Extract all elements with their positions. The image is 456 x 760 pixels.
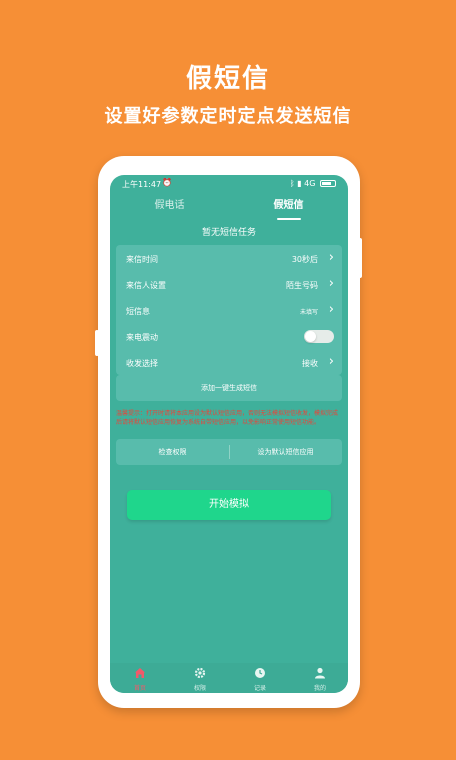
chevron-right-icon: ›	[328, 302, 334, 317]
row-label: 来信人设置	[126, 281, 166, 290]
row-value: 30秒后	[291, 255, 318, 264]
alarm-icon: ⏰	[162, 178, 172, 187]
row-value: 未填写	[299, 309, 318, 316]
row-label: 收发选择	[126, 359, 158, 368]
set-default-app-button[interactable]: 设为默认短信应用	[229, 439, 342, 465]
nav-label: 首页	[133, 685, 146, 692]
network-type: 4G	[304, 179, 316, 188]
nav-records[interactable]: 记录	[230, 663, 290, 693]
tab-fake-call[interactable]: 假电话	[110, 193, 229, 221]
bluetooth-icon: ᛒ	[289, 179, 295, 188]
signal-icon: ▮	[297, 179, 302, 188]
start-simulation-button[interactable]: 开始模拟	[127, 490, 331, 520]
phone-volume-button	[358, 238, 362, 278]
generate-sms-button[interactable]: 添加一键生成短信	[116, 375, 342, 401]
row-message[interactable]: 短信息 未填写 ›	[116, 297, 342, 323]
row-value: 接收	[302, 359, 318, 368]
chevron-right-icon: ›	[328, 250, 334, 265]
row-send-receive[interactable]: 收发选择 接收 ›	[116, 349, 342, 375]
vibration-toggle[interactable]	[304, 330, 334, 343]
home-icon	[135, 668, 145, 678]
warning-text: 温馨提示：打开时请将本应用设为默认短信应用，否则无法模拟短信收发，模拟完成后请将…	[116, 410, 339, 426]
status-time: 上午11:47	[122, 180, 162, 189]
nav-label: 权限	[193, 685, 206, 692]
status-bar: 上午11:47 ⏰ ᛒ ▮ 4G	[110, 175, 348, 193]
nav-permission[interactable]: 权限	[170, 663, 230, 693]
person-icon	[315, 667, 325, 679]
row-sender-setting[interactable]: 来信人设置 陌生号码 ›	[116, 271, 342, 297]
tab-fake-sms[interactable]: 假短信	[229, 193, 348, 221]
promo-subtitle: 设置好参数定时定点发送短信	[104, 106, 352, 127]
check-permission-button[interactable]: 检查权限	[116, 439, 229, 465]
clock-icon	[255, 668, 265, 678]
phone-power-button	[95, 330, 99, 356]
status-right: ᛒ ▮ 4G	[290, 179, 336, 188]
task-status-header: 暂无短信任务	[201, 228, 256, 238]
chevron-right-icon: ›	[328, 276, 334, 291]
row-label: 短信息	[126, 307, 150, 316]
promo-title: 假短信	[185, 64, 270, 94]
nav-label: 我的	[313, 685, 326, 692]
top-tabs: 假电话 假短信	[110, 193, 348, 221]
nav-home[interactable]: 首页	[110, 663, 170, 693]
row-label: 来电震动	[126, 333, 158, 342]
row-incoming-time[interactable]: 来信时间 30秒后 ›	[116, 245, 342, 271]
bottom-nav: 首页 权限 记录 我的	[110, 663, 348, 693]
row-label: 来信时间	[126, 255, 158, 264]
settings-card: 来信时间 30秒后 › 来信人设置 陌生号码 › 短信息 未填写 › 来电震动 …	[116, 245, 342, 375]
toggle-knob	[305, 331, 316, 342]
permission-bar: 检查权限 设为默认短信应用	[116, 439, 342, 465]
nav-label: 记录	[253, 685, 266, 692]
battery-icon	[320, 180, 336, 187]
row-value: 陌生号码	[286, 281, 318, 290]
chevron-right-icon: ›	[328, 354, 334, 369]
row-vibration: 来电震动	[116, 323, 342, 349]
nav-mine[interactable]: 我的	[290, 663, 348, 693]
phone-screen: 上午11:47 ⏰ ᛒ ▮ 4G 假电话 假短信 暂无短信任务 来信时间 30秒…	[110, 175, 348, 693]
gear-icon	[194, 667, 206, 679]
